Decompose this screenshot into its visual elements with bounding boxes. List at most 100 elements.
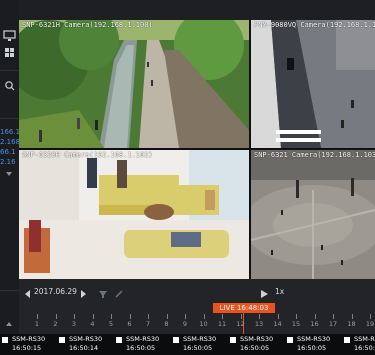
timeline-hour-label: 9 xyxy=(182,320,188,328)
camera-view-4[interactable]: SNP-6321 Camera(192.168.1.103) xyxy=(251,150,375,279)
camera-icon xyxy=(2,337,8,343)
camera-view-1[interactable]: SNP-6321H Camera(192.168.1.100) xyxy=(19,20,249,148)
camera-icon xyxy=(230,337,236,343)
camera-strip-time: 16:50:14 xyxy=(69,344,99,352)
timeline-panel: 2017.06.29 1x LIVE 16:48:03 1 2 3 4 5 6 7 8 9 10 1… xyxy=(19,279,375,334)
timeline-tick xyxy=(166,314,168,319)
pen-icon[interactable] xyxy=(113,285,125,298)
grid-layout-icon[interactable] xyxy=(1,45,18,59)
camera-strip-name: SSM-RS30 xyxy=(297,335,331,343)
timeline-hour-label: 5 xyxy=(108,320,114,328)
camera-strip-name: SSM-RS30 xyxy=(183,335,217,343)
timeline-tick xyxy=(222,314,223,319)
camera-icon xyxy=(344,337,350,343)
timeline-hour-label: 10 xyxy=(199,320,208,328)
camera-strip-name: SSM-RS30 xyxy=(12,335,46,343)
timeline-tick xyxy=(129,314,131,319)
camera-strip-time: 16:50:05 xyxy=(297,344,327,352)
timeline-tick xyxy=(277,314,279,319)
camera-icon xyxy=(287,337,293,343)
timeline-tick xyxy=(240,314,242,319)
left-sidebar: 166.1 2.168 66.1 2.16 xyxy=(0,0,19,355)
live-indicator: LIVE 16:48:03 xyxy=(213,303,275,313)
chevron-left-icon[interactable] xyxy=(22,285,34,298)
timeline-tick xyxy=(55,314,57,319)
timeline-hour-label: 8 xyxy=(164,320,169,328)
timeline-hour-label: 7 xyxy=(145,320,151,328)
timeline-hour-label: 17 xyxy=(328,320,338,328)
sidebar-ip-line[interactable]: 166.1 xyxy=(0,128,19,136)
sidebar-ip-line[interactable]: 2.16 xyxy=(0,158,19,166)
camera-3-scene xyxy=(19,150,249,279)
camera-strip-time: 16:50:15 xyxy=(12,344,42,352)
camera-strip-name: SSM-RS30 xyxy=(126,335,160,343)
camera-strip-item[interactable]: SSM-RS3016:50:05 xyxy=(342,335,375,354)
search-icon[interactable] xyxy=(1,78,18,92)
camera-strip: SSM-RS30 16:50:15 SSM-RS30 16:50:14 SSM-RS30… xyxy=(0,334,375,355)
timeline-hour-label: 11 xyxy=(217,320,227,328)
camera-icon xyxy=(173,337,179,343)
sidebar-ip-line[interactable]: 2.168 xyxy=(0,138,19,146)
timeline-tick xyxy=(296,314,297,319)
timeline-hour-label: 6 xyxy=(127,320,132,328)
sidebar-divider xyxy=(0,70,19,71)
timeline-tick xyxy=(351,314,353,319)
timeline-hour-label: 19 xyxy=(365,320,375,328)
camera-1-scene xyxy=(19,20,249,148)
timeline-tick xyxy=(74,314,75,319)
timeline-tick xyxy=(37,314,38,319)
timeline-tick xyxy=(333,314,334,319)
camera-view-2[interactable]: PNM-9080VQ Camera(192.168.1.101) xyxy=(251,20,375,148)
camera-strip-item[interactable]: SSM-RS3016:50:05 xyxy=(228,335,285,354)
camera-strip-time: 16:50:05 xyxy=(354,344,375,352)
camera-strip-name: SSM-RS30 xyxy=(240,335,274,343)
zoom-level[interactable]: 1x xyxy=(275,287,284,296)
filter-icon[interactable] xyxy=(97,285,109,298)
sidebar-divider xyxy=(0,290,19,291)
camera-4-scene xyxy=(251,150,375,279)
sidebar-ip-line[interactable]: 66.1 xyxy=(0,148,19,156)
camera-strip-name: SSM-RS30 xyxy=(354,335,375,343)
camera-strip-name: SSM-RS30 xyxy=(69,335,103,343)
timeline-tick xyxy=(259,314,260,319)
camera-strip-item[interactable]: SSM-RS30 16:50:15 xyxy=(0,335,57,354)
timeline-tick xyxy=(314,314,316,319)
camera-label: SNP-6321H Camera(192.168.1.100) xyxy=(22,21,153,29)
video-grid: SNP-6321H Camera(192.168.1.100) PNM-9080… xyxy=(19,20,375,279)
camera-icon xyxy=(116,337,122,343)
timeline-ruler[interactable]: 1 2 3 4 5 6 7 8 9 10 11 12 13 14 15 16 17 18 19 xyxy=(19,313,375,334)
timeline-tick xyxy=(92,314,94,319)
camera-strip-item[interactable]: SSM-RS30 16:50:14 xyxy=(57,335,114,354)
timeline-tick xyxy=(148,314,149,319)
camera-strip-item[interactable]: SSM-RS3016:50:05 xyxy=(114,335,171,354)
timeline-tick xyxy=(111,314,112,319)
timeline-hour-label: 1 xyxy=(34,320,40,328)
expand-arrow-icon[interactable] xyxy=(6,172,12,176)
camera-label: PNM-9080VQ Camera(192.168.1.101) xyxy=(254,21,375,29)
timeline-hour-label: 13 xyxy=(254,320,264,328)
timeline-tick xyxy=(185,314,186,319)
sidebar-divider xyxy=(0,118,19,119)
timeline-hour-label: 15 xyxy=(291,320,301,328)
camera-strip-item[interactable]: SSM-RS3016:50:05 xyxy=(285,335,342,354)
camera-strip-time: 16:50:05 xyxy=(183,344,213,352)
timeline-controls: 2017.06.29 1x xyxy=(19,279,375,301)
monitor-icon[interactable] xyxy=(1,28,18,42)
camera-strip-item[interactable]: SSM-RS3016:50:05 xyxy=(171,335,228,354)
timeline-hour-label: 14 xyxy=(273,320,282,328)
timeline-tick xyxy=(370,314,371,319)
timeline-hour-label: 16 xyxy=(310,320,319,328)
timeline-hour-label: 3 xyxy=(71,320,77,328)
play-icon[interactable] xyxy=(258,285,270,298)
timeline-tick xyxy=(203,314,205,319)
camera-view-3[interactable]: SNP-6320H Camera(192.168.1.102) xyxy=(19,150,249,279)
timeline-hour-label: 12 xyxy=(236,320,245,328)
collapse-arrow-icon[interactable] xyxy=(6,322,12,326)
camera-strip-time: 16:50:05 xyxy=(240,344,270,352)
timeline-date[interactable]: 2017.06.29 xyxy=(34,287,77,296)
timeline-hour-label: 18 xyxy=(347,320,356,328)
timeline-hour-label: 4 xyxy=(90,320,95,328)
chevron-right-icon[interactable] xyxy=(77,285,89,298)
timeline-hour-label: 2 xyxy=(53,320,58,328)
camera-icon xyxy=(59,337,65,343)
